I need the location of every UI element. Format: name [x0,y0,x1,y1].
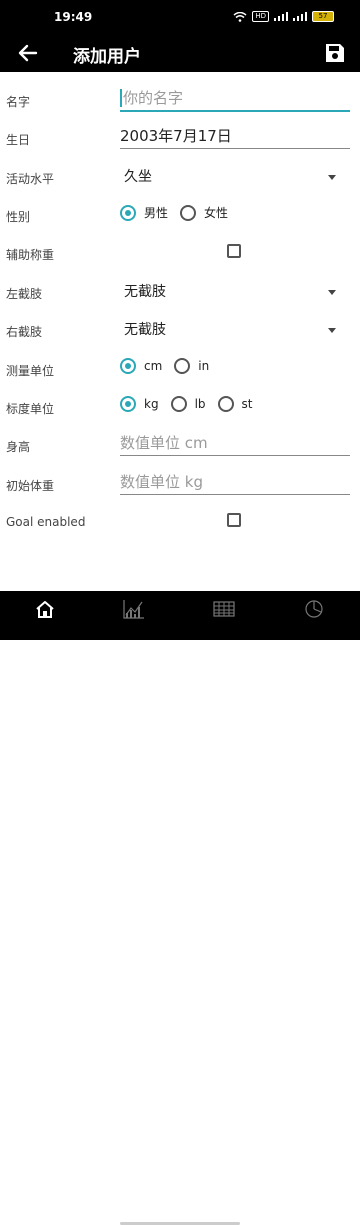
name-label: 名字 [6,95,31,109]
scale-lb-label: lb [194,397,206,411]
measure-unit-row: 测量单位 cm in [0,351,360,389]
dropdown-arrow-icon [328,290,336,295]
right-amputation-row: 右截肢 无截肢 [0,312,360,350]
status-bar: 19:49 HD 57 [0,0,360,34]
gender-row: 性别 男性 女性 [0,197,360,235]
goal-enabled-checkbox[interactable] [227,513,241,527]
scale-unit-row: 标度单位 kg lb st [0,389,360,427]
measure-cm-radio[interactable] [120,358,136,374]
signal-icon [274,12,288,21]
birthday-value: 2003年7月17日 [120,127,232,145]
wifi-icon [233,11,247,22]
assisted-weighing-checkbox[interactable] [227,244,241,258]
measure-unit-label: 测量单位 [6,364,55,378]
scale-kg-radio[interactable] [120,396,136,412]
activity-value: 久坐 [124,169,152,185]
scale-st-label: st [241,397,253,411]
height-row: 身高 数值单位 cm [0,427,360,465]
height-placeholder: 数值单位 cm [120,434,208,452]
page-title: 添加用户 [73,47,141,67]
statistics-icon[interactable] [123,599,145,619]
gender-female-radio[interactable] [180,204,197,221]
initial-weight-label: 初始体重 [6,479,55,493]
height-label: 身高 [6,440,31,454]
goal-enabled-row: Goal enabled [0,504,360,542]
back-arrow-icon[interactable] [14,40,42,66]
goal-enabled-label: Goal enabled [6,515,86,529]
bottom-navigation [0,591,360,1225]
app-toolbar: 添加用户 [0,34,360,72]
birthday-field[interactable]: 2003年7月17日 [120,124,350,149]
dropdown-arrow-icon [328,175,336,180]
status-time: 19:49 [54,10,93,24]
activity-dropdown[interactable]: 久坐 [124,165,346,189]
activity-row: 活动水平 久坐 [0,159,360,197]
right-amputation-value: 无截肢 [124,322,166,338]
initial-weight-input[interactable]: 数值单位 kg [120,470,350,495]
scale-lb-radio[interactable] [170,396,187,412]
assisted-weighing-row: 辅助称重 [0,235,360,273]
gender-male-radio[interactable] [120,204,136,221]
gender-radio-group: 男性 女性 [120,204,236,221]
scale-unit-radio-group: kg lb st [120,396,261,412]
table-icon[interactable] [213,599,235,619]
status-icons: HD 57 [233,11,334,22]
battery-icon: 57 [312,11,334,22]
left-amputation-value: 无截肢 [124,284,166,300]
scale-unit-label: 标度单位 [6,402,55,416]
left-amputation-dropdown[interactable]: 无截肢 [124,280,346,304]
home-icon[interactable] [34,599,56,619]
measure-in-radio[interactable] [174,358,191,374]
gender-female-label: 女性 [204,206,229,220]
gender-male-label: 男性 [144,206,169,220]
hd-badge: HD [252,11,269,22]
save-icon[interactable] [322,40,348,66]
activity-label: 活动水平 [6,172,55,186]
left-amputation-row: 左截肢 无截肢 [0,274,360,312]
scale-kg-label: kg [144,397,159,411]
pie-chart-icon[interactable] [303,599,325,619]
right-amputation-label: 右截肢 [6,325,43,339]
name-row: 名字 你的名字 [0,82,360,120]
height-input[interactable]: 数值单位 cm [120,431,350,456]
birthday-label: 生日 [6,133,31,147]
scale-st-radio[interactable] [217,396,234,412]
initial-weight-row: 初始体重 数值单位 kg [0,466,360,504]
right-amputation-dropdown[interactable]: 无截肢 [124,318,346,342]
assisted-weighing-label: 辅助称重 [6,248,55,262]
name-placeholder: 你的名字 [120,89,184,107]
birthday-row: 生日 2003年7月17日 [0,120,360,158]
left-amputation-label: 左截肢 [6,287,43,301]
measure-cm-label: cm [144,359,163,373]
name-input[interactable]: 你的名字 [120,86,350,112]
signal-icon-2 [293,12,307,21]
dropdown-arrow-icon [328,328,336,333]
gender-label: 性别 [6,210,31,224]
measure-unit-radio-group: cm in [120,358,217,374]
initial-weight-placeholder: 数值单位 kg [120,473,203,491]
measure-in-label: in [198,359,210,373]
